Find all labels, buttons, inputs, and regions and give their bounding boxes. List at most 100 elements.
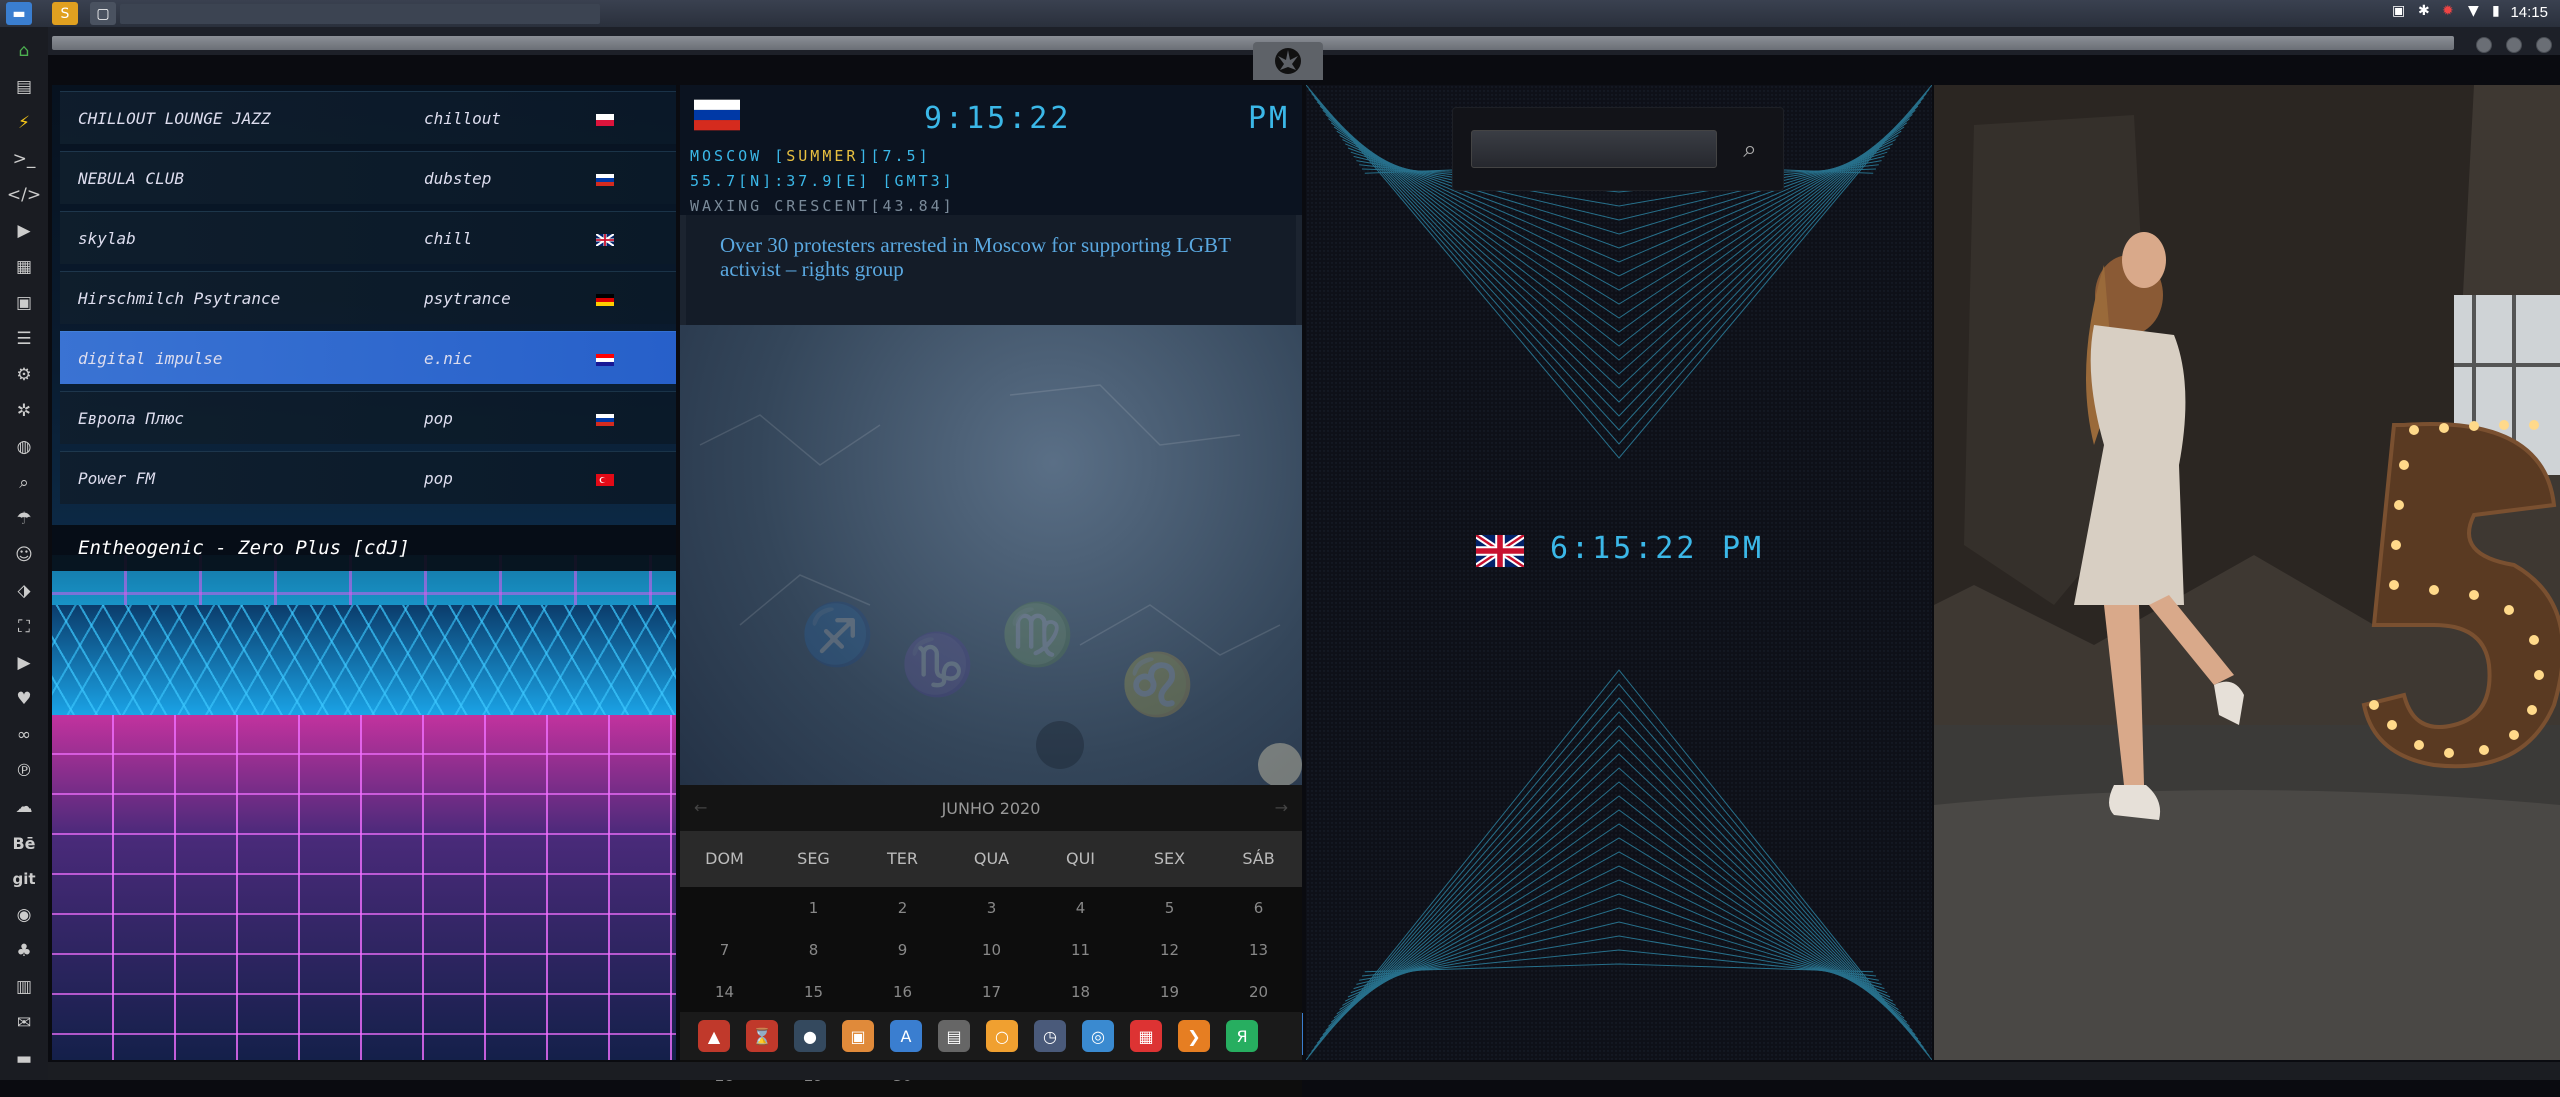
github-icon[interactable]: ◉ bbox=[10, 901, 38, 929]
code-icon[interactable]: </> bbox=[7, 181, 41, 209]
contact-icon[interactable]: ☺ bbox=[10, 541, 38, 569]
wifi-tray-icon[interactable]: ▼ bbox=[2468, 3, 2479, 19]
svg-text:♑: ♑ bbox=[900, 630, 975, 700]
umbrella-icon[interactable]: ☂ bbox=[10, 505, 38, 533]
map-icon[interactable]: ▥ bbox=[10, 973, 38, 1001]
system-clock[interactable]: 14:15 bbox=[2510, 4, 2548, 21]
behance-icon[interactable]: Bē bbox=[10, 829, 38, 857]
close-button[interactable] bbox=[2536, 37, 2552, 53]
calendar-day[interactable]: 13 bbox=[1214, 929, 1303, 971]
calendar-day[interactable]: 10 bbox=[947, 929, 1036, 971]
calendar-day[interactable]: 8 bbox=[769, 929, 858, 971]
photos-icon[interactable]: ▣ bbox=[842, 1020, 874, 1052]
station-genre: chillout bbox=[424, 108, 502, 128]
ru-flag-icon bbox=[596, 411, 614, 426]
calendar-day[interactable]: 1 bbox=[769, 887, 858, 929]
station-row[interactable]: digital impulse e.nic bbox=[60, 331, 676, 384]
gear-icon[interactable]: ✲ bbox=[10, 397, 38, 425]
calendar-next-button[interactable]: → bbox=[1275, 785, 1288, 831]
calendar-day[interactable]: 2 bbox=[858, 887, 947, 929]
link-icon[interactable]: ∞ bbox=[10, 721, 38, 749]
bluetooth-tray-icon[interactable]: ✱ bbox=[2418, 3, 2430, 19]
yandex-icon[interactable]: Я bbox=[1226, 1020, 1258, 1052]
tag-icon[interactable]: ⬗ bbox=[10, 577, 38, 605]
window-app-icon[interactable]: ▢ bbox=[90, 2, 116, 25]
calendar-day[interactable]: 5 bbox=[1125, 887, 1214, 929]
battery-tray-icon[interactable]: ▮ bbox=[2492, 3, 2500, 19]
lightning-icon[interactable]: ⚡ bbox=[10, 109, 38, 137]
list-icon[interactable]: ☰ bbox=[10, 325, 38, 353]
london-ampm: PM bbox=[1722, 531, 1765, 566]
image-icon[interactable]: ▣ bbox=[10, 289, 38, 317]
calendar-day[interactable]: 15 bbox=[769, 971, 858, 1013]
calendar-day[interactable]: 6 bbox=[1214, 887, 1303, 929]
search-icon[interactable]: ○ bbox=[986, 1020, 1018, 1052]
files-app-icon[interactable]: ▬ bbox=[6, 2, 32, 25]
home-icon[interactable]: ⌂ bbox=[10, 37, 38, 65]
documents-icon[interactable]: ▦ bbox=[10, 253, 38, 281]
translate-icon[interactable]: A bbox=[890, 1020, 922, 1052]
weekday-label: SEG bbox=[797, 849, 830, 868]
calendar-day[interactable]: 7 bbox=[680, 929, 769, 971]
station-row[interactable]: CHILLOUT LOUNGE JAZZ chillout bbox=[60, 91, 676, 144]
terminal-icon[interactable]: >_ bbox=[10, 145, 38, 173]
station-name: NEBULA CLUB bbox=[78, 168, 184, 188]
station-row[interactable]: Европа Плюс pop bbox=[60, 391, 676, 444]
calendar-day[interactable]: 17 bbox=[947, 971, 1036, 1013]
svg-text:♍: ♍ bbox=[1000, 600, 1075, 670]
station-row[interactable]: Hirschmilch Psytrance psytrance bbox=[60, 271, 676, 324]
clock-icon[interactable]: ◷ bbox=[1034, 1020, 1066, 1052]
play-icon[interactable]: ▶ bbox=[10, 217, 38, 245]
calendar-day[interactable]: 20 bbox=[1214, 971, 1303, 1013]
calendar-day[interactable]: 14 bbox=[680, 971, 769, 1013]
news-card[interactable]: Over 30 protesters arrested in Moscow fo… bbox=[686, 215, 1296, 325]
pinterest-icon[interactable]: ℗ bbox=[10, 757, 38, 785]
settings-icon[interactable]: ⚙ bbox=[10, 361, 38, 389]
calendar-icon[interactable]: ▦ bbox=[1130, 1020, 1162, 1052]
calendar-day[interactable]: 11 bbox=[1036, 929, 1125, 971]
station-name: Power FM bbox=[78, 468, 156, 488]
document-icon[interactable]: ▤ bbox=[10, 73, 38, 101]
calendar-day[interactable]: 12 bbox=[1125, 929, 1214, 971]
minimize-button[interactable] bbox=[2476, 37, 2492, 53]
weekday-label: SEX bbox=[1153, 849, 1186, 868]
app-icon[interactable]: ▲ bbox=[698, 1020, 730, 1052]
sublime-app-icon[interactable]: S bbox=[52, 2, 78, 25]
youtube-icon[interactable]: ▶ bbox=[10, 649, 38, 677]
calendar-day[interactable]: 9 bbox=[858, 929, 947, 971]
taskbar-area bbox=[120, 4, 600, 24]
arrow-icon[interactable]: ❯ bbox=[1178, 1020, 1210, 1052]
rebel-logo-tab[interactable] bbox=[1253, 42, 1323, 80]
group-icon[interactable]: ♣ bbox=[10, 937, 38, 965]
now-playing-bar[interactable]: Entheogenic - Zero Plus [cdJ] bbox=[52, 525, 676, 571]
heart-icon[interactable]: ♥ bbox=[10, 685, 38, 713]
screenshot-icon[interactable]: ⛶ bbox=[10, 613, 38, 641]
cloud-icon[interactable]: ☁ bbox=[10, 793, 38, 821]
maximize-button[interactable] bbox=[2506, 37, 2522, 53]
news-icon[interactable]: ▤ bbox=[938, 1020, 970, 1052]
hourglass-icon[interactable]: ⌛ bbox=[746, 1020, 778, 1052]
globe-icon[interactable]: ◍ bbox=[10, 433, 38, 461]
mail-icon[interactable]: ✉ bbox=[10, 1009, 38, 1037]
bottom-icon[interactable]: ▬ bbox=[10, 1045, 38, 1073]
search-icon[interactable]: ⌕ bbox=[10, 469, 38, 497]
globe-icon[interactable]: ◎ bbox=[1082, 1020, 1114, 1052]
calendar-prev-button[interactable]: ← bbox=[694, 785, 707, 831]
station-row[interactable]: Power FM pop bbox=[60, 451, 676, 504]
calendar-day[interactable]: 16 bbox=[858, 971, 947, 1013]
search-icon[interactable]: ⌕ bbox=[1731, 130, 1769, 168]
search-input[interactable] bbox=[1471, 130, 1717, 168]
station-row[interactable]: NEBULA CLUB dubstep bbox=[60, 151, 676, 204]
image-tray-icon[interactable]: ▣ bbox=[2392, 3, 2405, 19]
news-headline[interactable]: Over 30 protesters arrested in Moscow fo… bbox=[720, 233, 1280, 281]
planet-icon[interactable]: ● bbox=[794, 1020, 826, 1052]
station-name: digital impulse bbox=[78, 348, 223, 368]
git-icon[interactable]: git bbox=[10, 865, 38, 893]
calendar-day[interactable]: 4 bbox=[1036, 887, 1125, 929]
settings-tray-icon[interactable]: ✹ bbox=[2442, 3, 2454, 19]
calendar-day[interactable]: 3 bbox=[947, 887, 1036, 929]
weekday-label: SÁB bbox=[1242, 849, 1275, 868]
calendar-day[interactable]: 18 bbox=[1036, 971, 1125, 1013]
calendar-day[interactable]: 19 bbox=[1125, 971, 1214, 1013]
station-row[interactable]: skylab chill bbox=[60, 211, 676, 264]
